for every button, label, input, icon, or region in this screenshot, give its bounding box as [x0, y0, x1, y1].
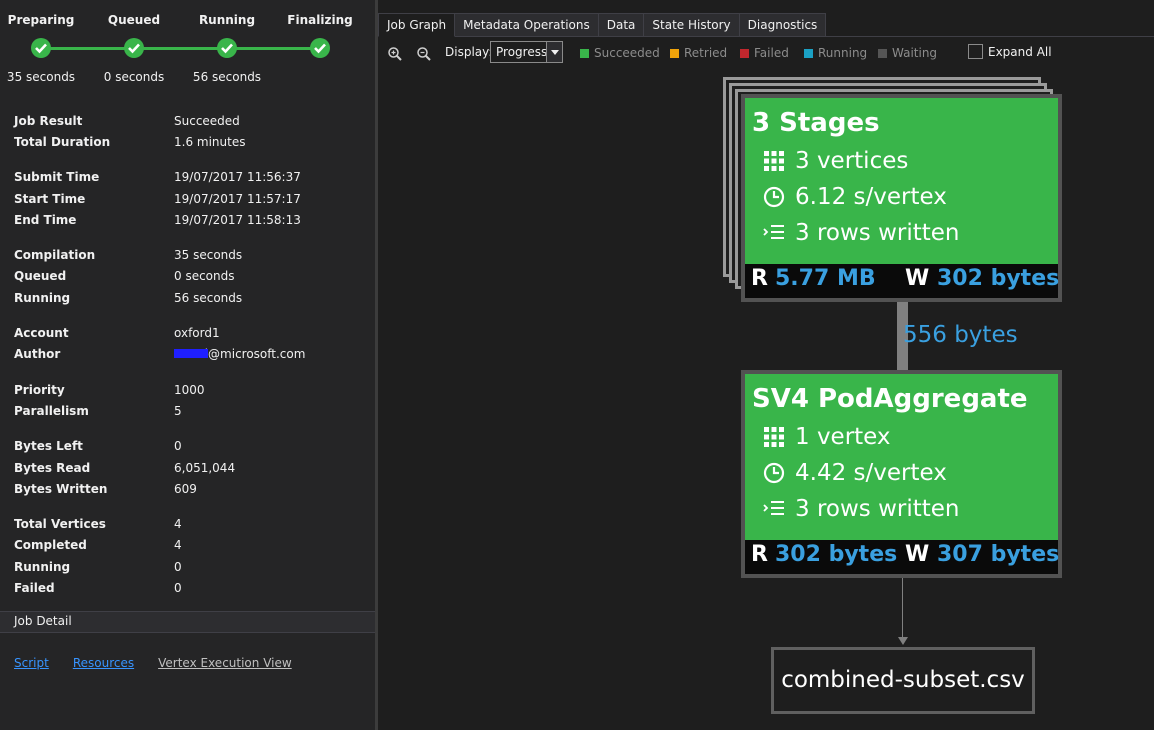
prop-parallelism: Parallelism 5 — [14, 403, 182, 418]
display-select[interactable]: Progress — [490, 41, 563, 63]
stage-write-bytes: 302 bytes — [937, 266, 1060, 291]
waiting-swatch — [878, 48, 887, 58]
prop-total-vertices: Total Vertices 4 — [14, 517, 182, 532]
stage-node-3-stages[interactable]: 3 Stages 3 vertices 6.12 s/vertex 3 rows… — [741, 94, 1062, 302]
tab-data[interactable]: Data — [598, 13, 645, 37]
stage-rows: 3 rows written — [763, 220, 960, 246]
zoom-out-icon[interactable] — [416, 46, 432, 62]
grid-icon — [764, 427, 784, 447]
step-preparing-label: Preparing — [7, 13, 75, 27]
output-edge — [902, 578, 903, 638]
progress-line — [41, 47, 320, 50]
prop-job-result: Job Result Succeeded — [14, 113, 240, 128]
edge-bytes-label: 556 bytes — [903, 322, 1018, 348]
output-file-node[interactable]: combined-subset.csv — [771, 647, 1035, 714]
legend-running: Running — [804, 46, 867, 60]
zoom-in-icon[interactable] — [387, 46, 403, 62]
tab-job-graph[interactable]: Job Graph — [378, 13, 456, 37]
stage-io-footer: R 5.77 MB W 302 bytes — [745, 264, 1060, 298]
prop-running-vertices: Running 0 — [14, 559, 182, 574]
job-detail-links: Script Resources Vertex Execution View — [14, 656, 316, 670]
job-summary-panel: Preparing Queued Running Finalizing 35 s… — [0, 0, 375, 730]
legend-waiting: Waiting — [878, 46, 937, 60]
job-graph-panel: Job Graph Metadata Operations Data State… — [378, 0, 1154, 730]
resources-link[interactable]: Resources — [73, 656, 134, 670]
legend-retried: Retried — [670, 46, 727, 60]
grid-icon — [764, 151, 784, 171]
stage-title: 3 Stages — [752, 108, 880, 138]
clock-icon — [763, 462, 785, 484]
prop-completed: Completed 4 — [14, 538, 182, 553]
job-progress-steps: Preparing Queued Running Finalizing 35 s… — [0, 0, 375, 100]
job-properties: Job Result Succeeded Total Duration 1.6 mi… — [14, 110, 364, 613]
tab-state-history[interactable]: State History — [644, 13, 740, 37]
succeeded-swatch — [580, 48, 589, 58]
failed-swatch — [740, 48, 749, 58]
step-preparing-time: 35 seconds — [6, 70, 76, 84]
prop-account: Account oxford1 — [14, 326, 220, 341]
stage-read-bytes: 302 bytes — [775, 542, 898, 567]
prop-bytes-read: Bytes Read 6,051,044 — [14, 460, 236, 475]
arrow-down-icon — [898, 637, 908, 645]
redaction-mark — [174, 349, 208, 359]
tab-metadata-operations[interactable]: Metadata Operations — [455, 13, 599, 37]
stage-vertices: 1 vertex — [763, 424, 891, 450]
stage-time: 4.42 s/vertex — [763, 460, 947, 486]
job-detail-header[interactable]: Job Detail — [0, 611, 375, 633]
prop-bytes-written: Bytes Written 609 — [14, 481, 197, 496]
stage-time: 6.12 s/vertex — [763, 184, 947, 210]
prop-author: Author a d@microsoft.com — [14, 347, 306, 362]
expand-all-checkbox[interactable] — [968, 44, 983, 59]
stage-write-bytes: 307 bytes — [937, 542, 1060, 567]
prop-queued: Queued 0 seconds — [14, 269, 235, 284]
prop-priority: Priority 1000 — [14, 382, 205, 397]
prop-compilation: Compilation 35 seconds — [14, 248, 243, 263]
check-icon — [124, 38, 144, 58]
step-queued-time: 0 seconds — [103, 70, 165, 84]
clock-icon — [763, 186, 785, 208]
check-icon — [31, 38, 51, 58]
step-finalizing-label: Finalizing — [287, 13, 353, 27]
expand-all-toggle[interactable]: Expand All — [968, 44, 1052, 59]
tab-strip: Job Graph Metadata Operations Data State… — [378, 13, 827, 37]
stage-rows: 3 rows written — [763, 496, 960, 522]
stage-title: SV4 PodAggregate — [752, 384, 1028, 414]
script-link[interactable]: Script — [14, 656, 49, 670]
tab-diagnostics[interactable]: Diagnostics — [739, 13, 827, 37]
stage-read-bytes: 5.77 MB — [775, 266, 876, 291]
prop-failed: Failed 0 — [14, 580, 182, 595]
prop-start-time: Start Time 19/07/2017 11:57:17 — [14, 191, 301, 206]
running-swatch — [804, 48, 813, 58]
prop-submit-time: Submit Time 19/07/2017 11:56:37 — [14, 170, 301, 185]
check-icon — [310, 38, 330, 58]
stage-vertices: 3 vertices — [763, 148, 908, 174]
prop-end-time: End Time 19/07/2017 11:58:13 — [14, 212, 301, 227]
step-running-time: 56 seconds — [192, 70, 262, 84]
graph-toolbar: Display: Progress Succeeded Retried Fail… — [378, 40, 1154, 66]
vertex-execution-view-link[interactable]: Vertex Execution View — [158, 656, 292, 670]
display-label: Display: — [445, 45, 493, 59]
check-icon — [217, 38, 237, 58]
stage-io-footer: R 302 bytes W 307 bytes — [745, 540, 1060, 574]
step-running-label: Running — [198, 13, 256, 27]
list-arrow-icon — [763, 501, 784, 515]
step-queued-label: Queued — [107, 13, 161, 27]
legend-failed: Failed — [740, 46, 789, 60]
list-arrow-icon — [763, 225, 784, 239]
retried-swatch — [670, 48, 679, 58]
stage-node-sv4-podaggregate[interactable]: SV4 PodAggregate 1 vertex 4.42 s/vertex … — [741, 370, 1062, 578]
chevron-down-icon — [546, 42, 562, 62]
prop-total-duration: Total Duration 1.6 minutes — [14, 134, 246, 149]
legend-succeeded: Succeeded — [580, 46, 660, 60]
prop-bytes-left: Bytes Left 0 — [14, 439, 182, 454]
prop-running: Running 56 seconds — [14, 290, 243, 305]
